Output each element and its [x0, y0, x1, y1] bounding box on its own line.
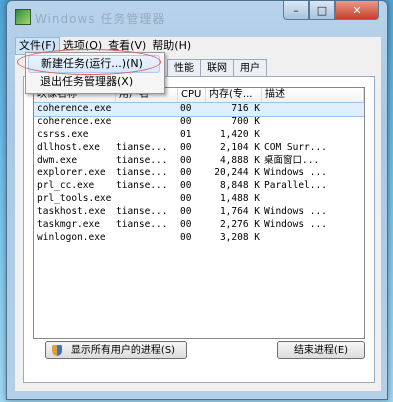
cell-memory: 4,888 K — [219, 154, 260, 166]
cell-memory: 2,276 K — [219, 219, 260, 231]
table-row[interactable]: dllhost.exe tianse... 00 2,104 K COM Sur… — [34, 142, 364, 155]
cell-user-name — [116, 232, 174, 245]
table-row[interactable]: taskmgr.exe tianse... 00 2,276 K Windows… — [34, 219, 364, 232]
header-memory[interactable]: 内存(专... — [206, 88, 262, 102]
cell-memory: 20,244 K — [214, 167, 260, 179]
cell-user-name — [116, 129, 174, 142]
task-manager-window: Windows 任务管理器 – □ ✕ 文件(F) 选项(O) 查看(V) 帮助… — [6, 0, 388, 400]
cell-image-name: prl_tools.exe — [37, 193, 112, 205]
tab-strip: 性能 联网 用户 — [167, 59, 267, 77]
table-row[interactable]: coherence.exe 00 716 K — [34, 102, 364, 117]
table-row[interactable]: dwm.exe tianse... 00 4,888 K 桌面窗口... — [34, 155, 364, 168]
cell-cpu: 00 — [180, 115, 192, 127]
cell-memory: 8,848 K — [219, 180, 260, 192]
show-all-users-button[interactable]: 显示所有用户的进程(S) — [45, 341, 187, 359]
cell-user-name: tianse... — [116, 154, 168, 166]
cell-cpu: 00 — [180, 180, 192, 192]
cell-description: Windows ... — [264, 167, 327, 179]
uac-shield-icon — [52, 345, 62, 356]
client-area: 性能 联网 用户 映像名称 用户名 CPU 内存(专... 描述 coheren… — [15, 55, 381, 391]
window-title: Windows 任务管理器 — [35, 12, 166, 26]
cell-description: 桌面窗口... — [264, 154, 320, 166]
cell-image-name: winlogon.exe — [37, 231, 106, 243]
cell-cpu: 00 — [180, 193, 192, 205]
cell-cpu: 00 — [180, 219, 192, 231]
cell-description — [264, 193, 362, 206]
cell-image-name: explorer.exe — [37, 167, 106, 179]
cell-user-name — [116, 103, 174, 116]
menu-item-exit[interactable]: 退出任务管理器(X) — [28, 73, 160, 91]
table-row[interactable]: explorer.exe tianse... 00 20,244 K Windo… — [34, 167, 364, 180]
task-manager-icon — [15, 9, 31, 25]
annotation-circle — [17, 49, 161, 75]
tab-networking[interactable]: 联网 — [200, 59, 234, 77]
title-bar[interactable]: Windows 任务管理器 – □ ✕ — [7, 1, 387, 31]
cell-user-name: tianse... — [116, 141, 168, 153]
show-all-users-label: 显示所有用户的进程(S) — [70, 345, 176, 356]
cell-cpu: 00 — [180, 141, 192, 153]
cell-image-name: taskmgr.exe — [37, 219, 100, 231]
cell-description — [264, 129, 362, 142]
table-row[interactable]: taskhost.exe tianse... 00 1,764 K Window… — [34, 206, 364, 219]
process-list[interactable]: 映像名称 用户名 CPU 内存(专... 描述 coherence.exe 00… — [33, 87, 365, 339]
cell-description — [264, 232, 362, 245]
header-description[interactable]: 描述 — [262, 88, 364, 102]
cell-memory: 1,420 K — [219, 128, 260, 140]
table-row[interactable]: prl_cc.exe tianse... 00 8,848 K Parallel… — [34, 180, 364, 193]
cell-memory: 3,208 K — [219, 231, 260, 243]
cell-image-name: prl_cc.exe — [37, 180, 95, 192]
cell-memory: 716 K — [231, 103, 260, 114]
cell-description: Windows ... — [264, 206, 327, 218]
cell-cpu: 00 — [180, 154, 192, 166]
cell-cpu: 01 — [180, 128, 192, 140]
cell-description: Parallel... — [264, 180, 327, 192]
cell-memory: 700 K — [231, 115, 260, 127]
header-cpu[interactable]: CPU — [178, 88, 206, 102]
tab-performance[interactable]: 性能 — [167, 59, 201, 77]
cell-cpu: 00 — [180, 231, 192, 243]
cell-memory: 1,488 K — [219, 193, 260, 205]
cell-user-name — [116, 116, 174, 129]
cell-cpu: 00 — [180, 103, 192, 114]
cell-user-name: tianse... — [116, 219, 168, 231]
end-process-button[interactable]: 结束进程(E) — [277, 341, 365, 359]
cell-memory: 2,104 K — [219, 141, 260, 153]
table-row[interactable]: prl_tools.exe 00 1,488 K — [34, 193, 364, 206]
cell-user-name — [116, 193, 174, 206]
table-row[interactable]: winlogon.exe 00 3,208 K — [34, 232, 364, 245]
list-rows: coherence.exe 00 716 K coherence.exe 00 … — [34, 102, 364, 245]
minimize-button[interactable]: – — [283, 1, 309, 20]
maximize-button[interactable]: □ — [309, 1, 335, 20]
cell-image-name: dwm.exe — [37, 154, 78, 166]
close-button[interactable]: ✕ — [335, 1, 379, 20]
cell-description: COM Surr... — [264, 141, 327, 153]
cell-memory: 1,764 K — [219, 206, 260, 218]
table-row[interactable]: coherence.exe 00 700 K — [34, 116, 364, 129]
cell-user-name: tianse... — [116, 206, 168, 218]
cell-description — [264, 116, 362, 129]
tab-users[interactable]: 用户 — [233, 59, 267, 77]
cell-image-name: taskhost.exe — [37, 206, 106, 218]
cell-user-name: tianse... — [116, 180, 168, 192]
cell-image-name: coherence.exe — [37, 115, 112, 127]
caption-buttons: – □ ✕ — [283, 1, 379, 21]
cell-description — [264, 103, 362, 116]
cell-image-name: dllhost.exe — [37, 141, 100, 153]
cell-image-name: coherence.exe — [37, 103, 112, 114]
cell-user-name: tianse... — [116, 167, 168, 179]
cell-image-name: csrss.exe — [37, 128, 89, 140]
cell-cpu: 00 — [180, 167, 192, 179]
cell-description: Windows ... — [264, 219, 327, 231]
cell-cpu: 00 — [180, 206, 192, 218]
table-row[interactable]: csrss.exe 01 1,420 K — [34, 129, 364, 142]
